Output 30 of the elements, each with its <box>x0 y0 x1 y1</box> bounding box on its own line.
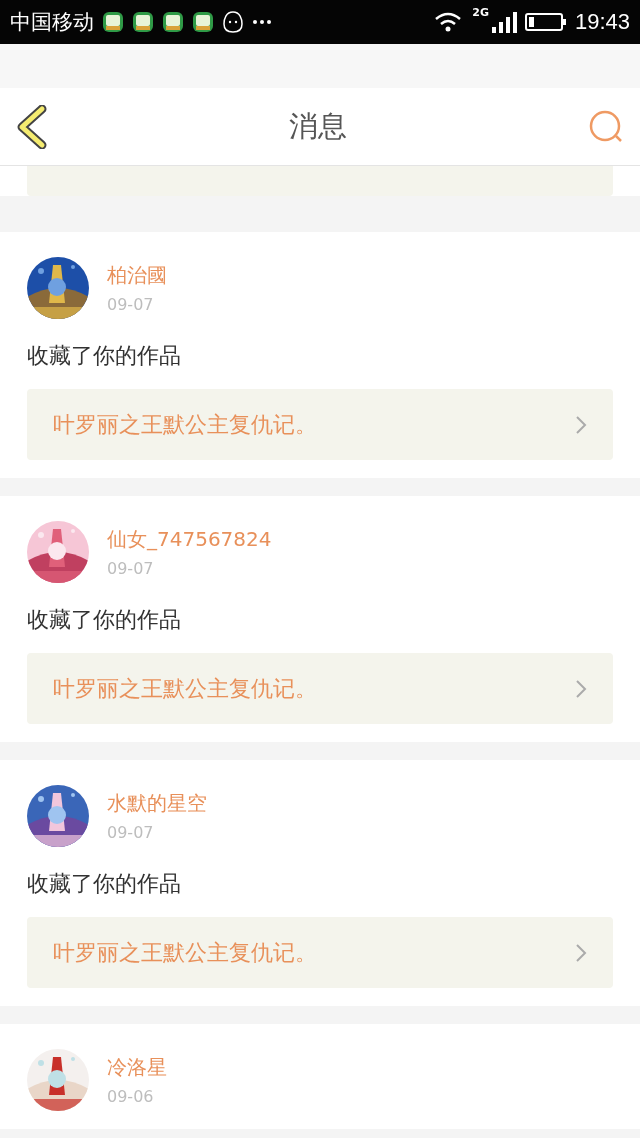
work-link[interactable]: 叶罗丽之王默公主复仇记。 <box>27 389 613 460</box>
message-text: 收藏了你的作品 <box>27 606 182 634</box>
chevron-icon <box>575 678 587 699</box>
app-notification-icon <box>102 11 124 33</box>
carrier-name: 中国移动 <box>10 9 94 36</box>
ghost-icon <box>222 10 244 34</box>
app-notification-icon <box>162 11 184 33</box>
network-type: 2G <box>472 6 489 19</box>
message-date: 09-07 <box>107 295 155 314</box>
work-link[interactable]: 叶罗丽之王默公主复仇记。 <box>27 917 613 988</box>
user-name[interactable]: 水默的星空 <box>107 790 207 817</box>
message-date: 09-07 <box>107 559 155 578</box>
message-date: 09-06 <box>107 1087 155 1106</box>
user-name[interactable]: 柏治國 <box>107 262 167 289</box>
more-icon <box>252 19 272 25</box>
chevron-icon <box>575 942 587 963</box>
app-notification-icon <box>192 11 214 33</box>
app-notification-icon <box>132 11 154 33</box>
back-icon[interactable] <box>16 104 48 149</box>
signal-icon <box>490 10 517 34</box>
user-name[interactable]: 仙女_747567824 <box>107 526 272 553</box>
message-text: 收藏了你的作品 <box>27 870 182 898</box>
page-title: 消息 <box>289 107 347 145</box>
work-link[interactable]: 叶罗丽之王默公主复仇记。 <box>27 653 613 724</box>
battery-icon <box>524 11 567 33</box>
message-date: 09-07 <box>107 823 155 842</box>
user-name[interactable]: 冷洛星 <box>107 1054 167 1081</box>
message-text: 收藏了你的作品 <box>27 342 182 370</box>
clock: 19:43 <box>574 9 630 35</box>
chevron-icon <box>575 414 587 435</box>
